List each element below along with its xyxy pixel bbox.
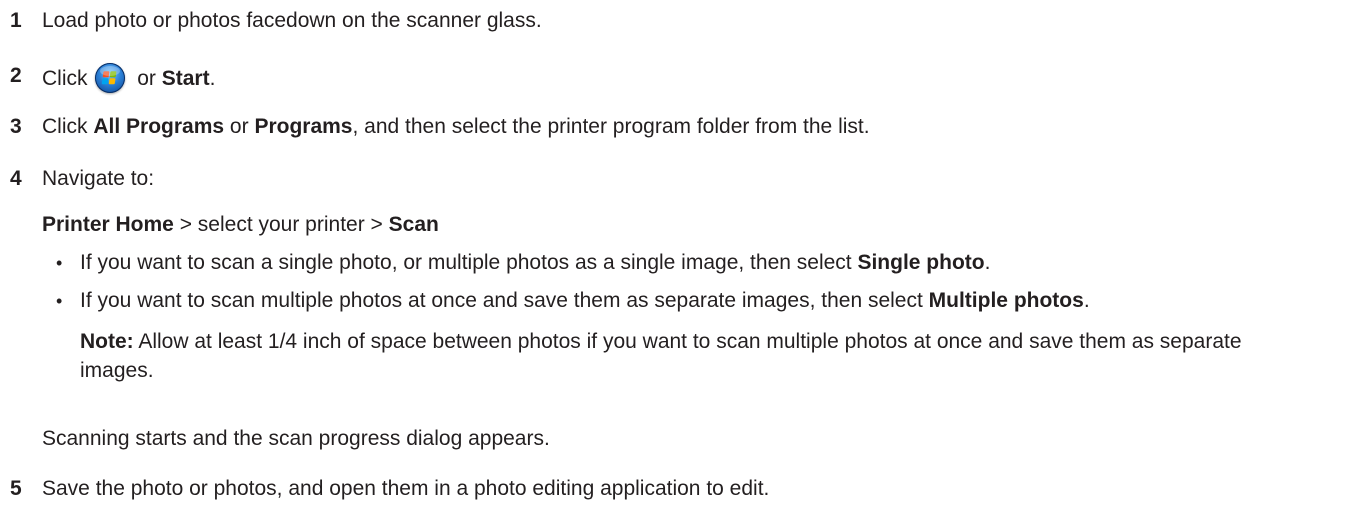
windows-start-icon [95,63,126,93]
step-number: 5 [10,477,22,500]
multiple-photos-label: Multiple photos [928,289,1084,312]
note-label: Note: [80,330,134,353]
single-photo-label: Single photo [857,251,985,274]
step-text: Save the photo or photos, and open them … [42,477,770,500]
step-text: Load photo or photos facedown on the sca… [42,9,542,32]
step-number: 4 [10,167,22,190]
step-number: 3 [10,115,22,138]
step-text: Click [42,115,88,138]
step-number: 2 [10,64,22,87]
note: Note: Allow at least 1/4 inch of space b… [80,330,1248,382]
scan-label: Scan [388,213,439,236]
all-programs-label: All Programs [93,115,225,138]
bullet-icon: • [56,291,63,311]
bullet-icon: • [56,253,63,273]
programs-label: Programs [254,115,353,138]
step-number: 1 [10,9,22,32]
step-text: Navigate to: [42,167,155,190]
printer-home-label: Printer Home [42,213,174,236]
start-label: Start [161,67,210,90]
step-text: Click [42,67,88,90]
